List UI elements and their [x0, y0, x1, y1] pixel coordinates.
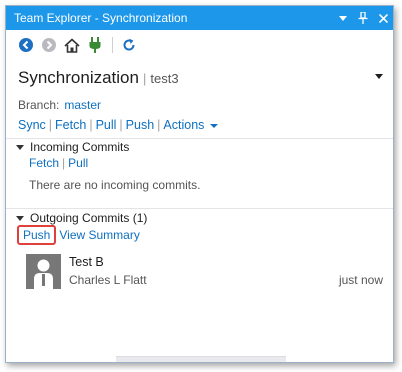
- user-silhouette-icon: [34, 259, 53, 289]
- action-bar: Sync | Fetch | Pull | Push | Actions: [18, 118, 219, 132]
- push-highlight-box: Push: [17, 225, 57, 245]
- section-divider: [6, 208, 393, 209]
- action-separator: |: [157, 118, 161, 132]
- close-icon[interactable]: [373, 7, 393, 29]
- view-summary-link[interactable]: View Summary: [59, 228, 139, 242]
- incoming-section-header[interactable]: Incoming Commits: [16, 140, 129, 154]
- branch-link[interactable]: master: [64, 98, 101, 112]
- collapse-triangle-icon: [16, 216, 24, 221]
- commit-message: Test B: [69, 255, 104, 269]
- chevron-down-icon: [210, 123, 219, 128]
- outgoing-links: Push View Summary: [17, 225, 140, 245]
- fetch-link[interactable]: Fetch: [55, 118, 86, 132]
- window-title: Team Explorer - Synchronization: [14, 11, 188, 25]
- page-header: Synchronization | test3: [18, 68, 383, 94]
- actions-label: Actions: [163, 118, 205, 132]
- title-bar: Team Explorer - Synchronization: [6, 6, 393, 30]
- outgoing-push-link[interactable]: Push: [23, 228, 50, 242]
- incoming-title: Incoming Commits: [30, 140, 130, 154]
- commit-item[interactable]: Test B Charles L Flatt just now: [26, 254, 383, 290]
- action-separator: |: [119, 118, 123, 132]
- push-link[interactable]: Push: [126, 118, 155, 132]
- incoming-links: Fetch | Pull: [29, 156, 88, 170]
- actions-dropdown[interactable]: Actions: [163, 118, 219, 132]
- toolbar: [6, 32, 393, 58]
- action-separator: |: [89, 118, 93, 132]
- dropdown-icon[interactable]: [333, 7, 353, 29]
- branch-row: Branch: master: [18, 98, 101, 112]
- outgoing-section-header[interactable]: Outgoing Commits (1): [16, 211, 147, 225]
- header-separator: |: [142, 71, 147, 86]
- page-title: Synchronization: [18, 68, 139, 87]
- collapse-triangle-icon: [16, 145, 24, 150]
- commit-time: just now: [338, 273, 383, 287]
- pull-link[interactable]: Pull: [96, 118, 117, 132]
- section-divider: [6, 138, 393, 139]
- sync-link[interactable]: Sync: [18, 118, 46, 132]
- repo-name: test3: [150, 71, 179, 86]
- refresh-icon[interactable]: [121, 37, 137, 53]
- connect-icon[interactable]: [87, 37, 103, 53]
- pin-icon[interactable]: [353, 7, 373, 29]
- outgoing-title: Outgoing Commits (1): [30, 211, 148, 225]
- link-separator: |: [62, 156, 66, 170]
- incoming-fetch-link[interactable]: Fetch: [29, 156, 59, 170]
- branch-label: Branch:: [18, 98, 60, 112]
- forward-icon[interactable]: [41, 37, 57, 53]
- action-separator: |: [48, 118, 53, 132]
- commit-author: Charles L Flatt: [69, 273, 147, 287]
- page-menu-caret-icon[interactable]: [375, 74, 383, 79]
- back-icon[interactable]: [18, 37, 34, 53]
- incoming-empty-message: There are no incoming commits.: [29, 178, 201, 192]
- resize-handle[interactable]: [116, 356, 286, 362]
- home-icon[interactable]: [64, 37, 80, 53]
- team-explorer-window: Team Explorer - Synchronization Synchron…: [5, 5, 394, 363]
- toolbar-separator: [112, 37, 113, 53]
- incoming-pull-link[interactable]: Pull: [68, 156, 88, 170]
- avatar: [26, 254, 61, 289]
